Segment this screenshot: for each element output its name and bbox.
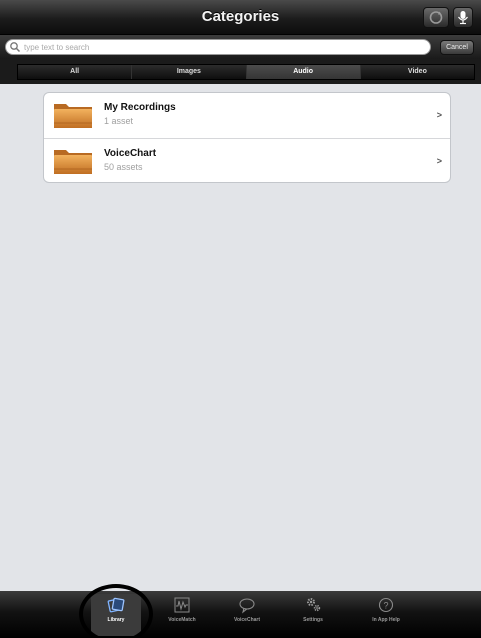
refresh-button[interactable] bbox=[423, 7, 449, 28]
search-field[interactable] bbox=[5, 39, 431, 55]
tab-label: VoiceMatch bbox=[168, 617, 196, 623]
segment-all[interactable]: All bbox=[18, 65, 133, 79]
list-item[interactable]: VoiceChart 50 assets > bbox=[44, 138, 450, 182]
waveform-icon bbox=[174, 597, 190, 613]
library-icon bbox=[107, 597, 125, 613]
category-title: VoiceChart bbox=[104, 148, 157, 159]
chevron-right-icon: > bbox=[436, 156, 442, 166]
search-icon bbox=[10, 42, 21, 53]
category-asset-count: 50 assets bbox=[104, 162, 143, 172]
folder-icon bbox=[54, 104, 92, 128]
segment-images[interactable]: Images bbox=[132, 65, 247, 79]
microphone-icon bbox=[458, 11, 468, 25]
speech-bubble-icon bbox=[239, 598, 255, 614]
tab-label: Settings bbox=[303, 617, 323, 623]
segment-video[interactable]: Video bbox=[360, 65, 474, 79]
refresh-icon bbox=[429, 11, 443, 24]
tab-bar: Library VoiceMatch VoiceChart Settings ?… bbox=[0, 591, 481, 638]
chevron-right-icon: > bbox=[436, 110, 442, 120]
category-title: My Recordings bbox=[104, 102, 176, 113]
media-type-segmented-control: All Images Audio Video bbox=[17, 64, 475, 80]
tab-voicematch[interactable]: VoiceMatch bbox=[157, 594, 207, 636]
help-icon: ? bbox=[378, 597, 394, 613]
list-item[interactable]: My Recordings 1 asset > bbox=[44, 93, 450, 138]
page-title: Categories bbox=[201, 8, 280, 25]
content-area: My Recordings 1 asset > VoiceChart 50 as… bbox=[0, 84, 481, 591]
app-screen: Categories Cancel bbox=[0, 0, 481, 638]
search-bar: Cancel bbox=[0, 35, 481, 59]
search-input[interactable] bbox=[24, 40, 414, 54]
tab-label: VoiceChart bbox=[233, 617, 261, 623]
tab-library[interactable]: Library bbox=[91, 594, 141, 636]
gears-icon bbox=[307, 598, 321, 612]
tab-voicechart[interactable]: VoiceChart bbox=[222, 594, 272, 636]
category-list: My Recordings 1 asset > VoiceChart 50 as… bbox=[43, 92, 451, 183]
microphone-button[interactable] bbox=[453, 7, 473, 28]
tab-settings[interactable]: Settings bbox=[288, 594, 338, 636]
folder-icon bbox=[54, 150, 92, 174]
tab-in-app-help[interactable]: ? In App Help bbox=[361, 594, 411, 636]
segment-audio[interactable]: Audio bbox=[246, 65, 361, 79]
tab-label: Library bbox=[107, 617, 125, 623]
svg-text:?: ? bbox=[383, 601, 388, 611]
navigation-bar: Categories bbox=[0, 0, 481, 35]
media-filter-bar: All Images Audio Video bbox=[0, 59, 481, 84]
category-asset-count: 1 asset bbox=[104, 116, 134, 126]
cancel-button[interactable]: Cancel bbox=[440, 40, 474, 55]
tab-label: In App Help bbox=[372, 617, 400, 623]
